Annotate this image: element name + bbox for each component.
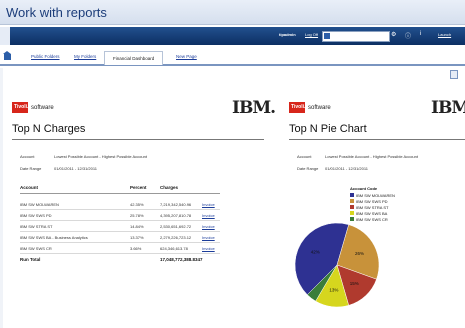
info-icon[interactable]: i bbox=[420, 31, 421, 37]
invoice-link[interactable]: Invoice bbox=[202, 246, 215, 251]
row-percent: 25.78% bbox=[130, 213, 144, 218]
row-percent: 13.37% bbox=[130, 235, 144, 240]
row-rule bbox=[20, 220, 220, 221]
row-charges: 624,346,613.78 bbox=[160, 246, 188, 251]
col-header-percent: Percent bbox=[130, 185, 147, 190]
row-rule bbox=[20, 231, 220, 232]
pie-data-label: 13% bbox=[329, 288, 338, 293]
row-charges: 7,219,342,540.96 bbox=[160, 202, 192, 207]
header-rule bbox=[20, 193, 220, 194]
header-bar: tipadmin Log Off ⚙ ⓘ i Launch bbox=[0, 27, 465, 45]
tab-new-page[interactable]: New Page bbox=[176, 54, 197, 59]
date-range-value: 01/01/2011 - 12/31/2011 bbox=[54, 166, 97, 171]
row-charges: 4,395,207,810.78 bbox=[160, 213, 192, 218]
legend-swatch bbox=[350, 193, 354, 197]
row-percent: 42.35% bbox=[130, 202, 144, 207]
legend-swatch bbox=[350, 199, 354, 203]
pie-chart: 42% 26% 15% 13% bbox=[294, 222, 380, 308]
tab-public-folders[interactable]: Public Folders bbox=[31, 54, 60, 59]
row-account: IBM SW SWS PD bbox=[20, 213, 52, 218]
search-icon bbox=[324, 33, 330, 39]
title-rule bbox=[289, 139, 465, 140]
invoice-link[interactable]: Invoice bbox=[202, 224, 215, 229]
report-title: Top N Pie Chart bbox=[289, 123, 367, 135]
search-input[interactable] bbox=[322, 31, 390, 42]
invoice-link[interactable]: Invoice bbox=[202, 202, 215, 207]
col-header-charges: Charges bbox=[160, 185, 179, 190]
account-label: Account bbox=[20, 154, 35, 159]
app-title: Work with reports bbox=[6, 5, 107, 20]
launch-link[interactable]: Launch bbox=[438, 32, 451, 37]
legend-swatch bbox=[350, 205, 354, 209]
legend-title: Account Code bbox=[350, 186, 378, 191]
tivoli-logo: Tivoli. bbox=[12, 102, 28, 113]
ibm-logo: IBM. bbox=[431, 98, 465, 118]
row-rule bbox=[20, 209, 220, 210]
tivoli-logo: Tivoli. bbox=[289, 102, 305, 113]
print-icon[interactable] bbox=[450, 70, 458, 79]
row-account: IBM SW SWS BA - Business Analytics bbox=[20, 235, 88, 240]
software-label: software bbox=[31, 105, 54, 111]
ibm-logo: IBM. bbox=[232, 98, 276, 118]
row-charges: 2,279,226,723.12 bbox=[160, 235, 192, 240]
row-rule bbox=[20, 242, 220, 243]
row-percent: 3.66% bbox=[130, 246, 142, 251]
col-header-account: Account bbox=[20, 185, 38, 190]
report-top-n-pie-chart: Tivoli. software IBM. Top N Pie Chart Ac… bbox=[289, 95, 465, 323]
settings-icon[interactable]: ⚙ bbox=[391, 31, 396, 38]
report-top-n-charges: Tivoli. software IBM. Top N Charges Acco… bbox=[12, 95, 276, 323]
date-range-label: Date Range bbox=[20, 166, 42, 171]
help-icon[interactable]: ⓘ bbox=[405, 31, 411, 40]
legend-label: IBM SW SWS PD bbox=[356, 199, 388, 204]
title-bar: Work with reports bbox=[0, 0, 465, 25]
tab-financial-dashboard[interactable]: Financial Dashboard bbox=[104, 51, 164, 65]
software-label: software bbox=[308, 105, 331, 111]
account-value: Lowest Possible Account - Highest Possib… bbox=[54, 154, 147, 159]
row-percent: 14.84% bbox=[130, 224, 144, 229]
run-total-label: Run Total bbox=[20, 257, 41, 262]
pie-data-label: 42% bbox=[311, 250, 320, 255]
row-charges: 2,530,651,692.72 bbox=[160, 224, 192, 229]
header-bar-left bbox=[0, 27, 10, 45]
account-value: Lowest Possible Account - Highest Possib… bbox=[325, 154, 418, 159]
report-title: Top N Charges bbox=[12, 123, 86, 135]
account-label: Account bbox=[297, 154, 312, 159]
title-rule bbox=[12, 139, 264, 140]
home-icon[interactable] bbox=[3, 51, 11, 60]
invoice-link[interactable]: Invoice bbox=[202, 213, 215, 218]
tab-strip: Public Folders My Folders Financial Dash… bbox=[0, 50, 465, 66]
row-account: IBM SW MOLWAREN bbox=[20, 202, 59, 207]
row-rule bbox=[20, 253, 220, 254]
tab-my-folders[interactable]: My Folders bbox=[74, 54, 96, 59]
run-total-value: 17,048,772,388.8347 bbox=[160, 257, 203, 262]
logoff-link[interactable]: Log Off bbox=[305, 32, 318, 37]
invoice-link[interactable]: Invoice bbox=[202, 235, 215, 240]
date-range-value: 01/01/2011 - 12/31/2011 bbox=[325, 166, 368, 171]
row-account: IBM SW STRA ST bbox=[20, 224, 53, 229]
pie-data-label: 26% bbox=[355, 251, 364, 256]
row-account: IBM SW SWS CR bbox=[20, 246, 52, 251]
date-range-label: Date Range bbox=[297, 166, 319, 171]
pie-data-label: 15% bbox=[350, 281, 359, 286]
left-edge bbox=[0, 68, 3, 328]
user-label: tipadmin bbox=[279, 32, 296, 37]
legend-label: IBM SW MOLWAREN bbox=[356, 193, 395, 198]
